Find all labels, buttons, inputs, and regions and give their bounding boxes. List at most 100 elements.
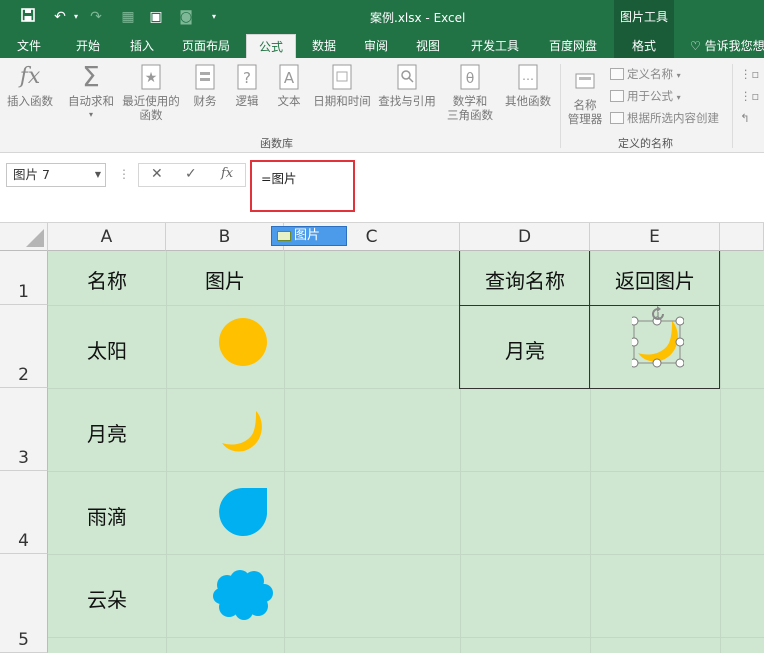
tab-baidu-netdisk[interactable]: 百度网盘 xyxy=(538,34,608,58)
autosum-label: 自动求和 xyxy=(68,94,114,108)
tags-icon xyxy=(570,66,600,96)
tab-page-layout[interactable]: 页面布局 xyxy=(172,34,240,58)
lookup-reference-button[interactable]: 查找与引用 xyxy=(376,62,438,108)
title-bar: ↶ ▾ ↷ ▦ ▣ ◙ ▾ 案例.xlsx - Excel 图片工具 xyxy=(0,0,764,34)
column-header-b[interactable]: B xyxy=(166,223,284,251)
cell-d2[interactable]: 月亮 xyxy=(460,335,590,364)
row-header-3[interactable]: 3 xyxy=(0,388,48,471)
create-from-selection-button[interactable]: 根据所选内容创建 xyxy=(610,110,719,126)
tab-view[interactable]: 视图 xyxy=(406,34,450,58)
more-book-icon: … xyxy=(513,62,543,92)
raindrop-picture[interactable] xyxy=(218,487,268,539)
worksheet-grid: A B C D E 图片 1 2 3 4 5 名称 图片 太阳 月亮 雨滴 云朵… xyxy=(0,223,764,653)
cancel-icon[interactable]: ✕ xyxy=(151,166,163,182)
autosum-button[interactable]: Σ 自动求和 ▾ xyxy=(64,62,118,122)
chevron-down-icon: ▾ xyxy=(676,71,681,80)
formula-input[interactable]: =图片 xyxy=(250,160,355,212)
svg-text:…: … xyxy=(522,69,534,83)
tab-formulas[interactable]: 公式 xyxy=(246,34,296,58)
column-header-e[interactable]: E xyxy=(590,223,720,251)
column-header-a[interactable]: A xyxy=(48,223,166,251)
more-functions-label: 其他函数 xyxy=(505,94,551,108)
svg-text:?: ? xyxy=(243,69,251,87)
tab-format[interactable]: 格式 xyxy=(614,34,674,58)
column-header-d[interactable]: D xyxy=(460,223,590,251)
use-in-formula-button[interactable]: 用于公式 ▾ xyxy=(610,88,681,106)
remove-arrows-icon[interactable]: ↰ xyxy=(740,110,750,126)
select-all-corner[interactable] xyxy=(0,223,48,251)
cell-a2[interactable]: 太阳 xyxy=(48,335,166,364)
text-button[interactable]: A 文本 xyxy=(270,62,308,108)
row-number: 2 xyxy=(18,365,29,385)
camera-icon[interactable]: ◙ xyxy=(176,7,196,27)
picture-icon[interactable]: ▣ xyxy=(146,7,166,27)
tab-home[interactable]: 开始 xyxy=(64,34,112,58)
use-in-formula-icon xyxy=(610,90,624,102)
trace-precedents-icon[interactable]: ⋮▫ xyxy=(740,66,759,82)
cell-a1[interactable]: 名称 xyxy=(48,265,166,294)
sun-picture[interactable] xyxy=(218,317,268,367)
range-name-icon xyxy=(277,231,291,241)
row-header-5[interactable]: 5 xyxy=(0,554,48,653)
chevron-down-icon: ▾ xyxy=(88,110,93,119)
redo-icon[interactable]: ↷ xyxy=(86,7,106,27)
window-title: 案例.xlsx - Excel xyxy=(370,11,466,25)
chevron-down-icon[interactable]: ▼ xyxy=(95,164,101,186)
tell-me-label: 告诉我您想 xyxy=(704,39,764,53)
ribbon-formulas: fx 插入函数 Σ 自动求和 ▾ ★ 最近使用的 函数 财务 ? 逻辑 A 文本… xyxy=(0,58,764,153)
gridline xyxy=(284,251,285,653)
cell-d1[interactable]: 查询名称 xyxy=(460,265,590,294)
fx-icon[interactable]: fx xyxy=(221,166,233,181)
group-separator xyxy=(732,64,733,148)
tab-review[interactable]: 审阅 xyxy=(354,34,398,58)
row-header-1[interactable]: 1 xyxy=(0,251,48,305)
tab-insert[interactable]: 插入 xyxy=(118,34,166,58)
cloud-picture[interactable] xyxy=(212,569,274,621)
customize-quick-access-icon[interactable]: ▾ xyxy=(204,7,224,27)
name-box[interactable]: 图片 7 ▼ xyxy=(6,163,106,187)
more-functions-button[interactable]: … 其他函数 xyxy=(502,62,554,108)
financial-button[interactable]: 财务 xyxy=(186,62,224,108)
undo-dropdown-icon[interactable]: ▾ xyxy=(66,7,86,27)
math-trig-button[interactable]: θ 数学和 三角函数 xyxy=(440,62,500,122)
recently-used-button[interactable]: ★ 最近使用的 函数 xyxy=(120,62,182,122)
tab-developer[interactable]: 开发工具 xyxy=(460,34,530,58)
name-manager-button[interactable]: 名称 管理器 xyxy=(564,66,606,126)
sigma-icon: Σ xyxy=(82,60,100,93)
cell-a3[interactable]: 月亮 xyxy=(48,418,166,447)
tab-file[interactable]: 文件 xyxy=(6,34,52,58)
column-header-f[interactable] xyxy=(720,223,764,251)
rotate-handle-icon[interactable] xyxy=(649,305,667,323)
row-header-4[interactable]: 4 xyxy=(0,471,48,554)
gridline xyxy=(48,471,764,472)
create-from-selection-label: 根据所选内容创建 xyxy=(627,111,719,125)
calculator-icon[interactable]: ▦ xyxy=(118,7,138,27)
defined-names-group-label: 定义的名称 xyxy=(618,137,673,150)
cell-a4[interactable]: 雨滴 xyxy=(48,501,166,530)
moon-picture[interactable] xyxy=(220,407,266,457)
trace-dependents-icon[interactable]: ⋮▫ xyxy=(740,88,759,104)
create-from-selection-icon xyxy=(610,112,624,124)
logical-button[interactable]: ? 逻辑 xyxy=(228,62,266,108)
define-name-label: 定义名称 xyxy=(627,67,673,81)
ribbon-tabs: 文件 开始 插入 页面布局 公式 数据 审阅 视图 开发工具 百度网盘 格式 ♡… xyxy=(0,34,764,58)
insert-function-button[interactable]: fx 插入函数 xyxy=(4,62,56,108)
name-box-value: 图片 7 xyxy=(13,167,50,182)
drag-handle-icon[interactable]: ⋮ xyxy=(118,167,130,181)
star-book-icon: ★ xyxy=(136,62,166,92)
tab-data[interactable]: 数据 xyxy=(302,34,346,58)
financial-book-icon xyxy=(190,62,220,92)
name-manager-label-1: 名称 xyxy=(573,98,597,112)
cell-e1[interactable]: 返回图片 xyxy=(590,265,720,294)
row-number: 3 xyxy=(18,448,29,468)
date-time-button[interactable]: 日期和时间 xyxy=(310,62,374,108)
define-name-button[interactable]: 定义名称 ▾ xyxy=(610,66,681,84)
cell-area[interactable]: 名称 图片 太阳 月亮 雨滴 云朵 查询名称 返回图片 月亮 xyxy=(48,251,764,653)
insert-function-label: 插入函数 xyxy=(7,94,53,108)
cell-b1[interactable]: 图片 xyxy=(166,265,284,294)
enter-check-icon[interactable]: ✓ xyxy=(185,166,197,182)
tell-me-search[interactable]: ♡ 告诉我您想 xyxy=(690,34,764,58)
save-icon[interactable] xyxy=(18,7,38,27)
cell-a5[interactable]: 云朵 xyxy=(48,584,166,613)
row-header-2[interactable]: 2 xyxy=(0,305,48,388)
